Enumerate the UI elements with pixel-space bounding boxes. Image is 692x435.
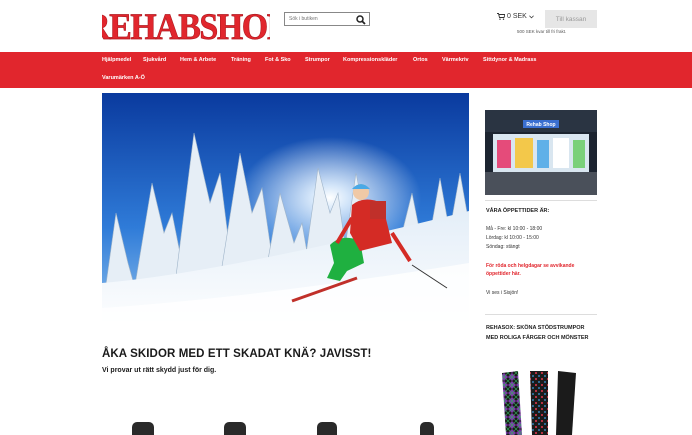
nav-item-varmekriv[interactable]: Värmekriv — [442, 57, 469, 63]
nav-item-sittdynor-madrass[interactable]: Sittdynor & Madrass — [483, 57, 536, 63]
opening-hours-weekdays: Må - Fre: kl 10:00 - 18:00 — [486, 226, 543, 232]
skier-photo — [102, 93, 469, 337]
product-thumbnail[interactable] — [420, 422, 434, 435]
nav-item-sjukvard[interactable]: Sjukvård — [143, 57, 166, 63]
cart-summary[interactable]: 0 SEK — [497, 13, 534, 20]
hero-subhead: Vi provar ut rätt skydd just för dig. — [102, 367, 217, 374]
opening-hours-title: VÅRA ÖPPETTIDER ÄR: — [486, 208, 550, 214]
rehasox-title: REHASOX: SKÖNA STÖDSTRUMPOR MED ROLIGA F… — [486, 325, 589, 341]
opening-hours-sunday: Söndag: stängt — [486, 244, 520, 250]
nav-item-varumarken[interactable]: Varumärken A-Ö — [102, 75, 145, 81]
cart-total: 0 SEK — [507, 13, 527, 20]
store-photo[interactable]: Rehab Shop — [485, 110, 597, 195]
welcome-text: Vi ses i Sisjön! — [486, 290, 519, 296]
search-input[interactable] — [285, 13, 351, 25]
socks-photo — [502, 371, 576, 435]
sidebar-divider — [485, 200, 597, 201]
sidebar-divider — [485, 314, 597, 315]
hero-image[interactable] — [102, 93, 469, 337]
nav-item-fot-sko[interactable]: Fot & Sko — [265, 57, 291, 63]
main-nav: Hjälpmedel Sjukvård Hem & Arbete Träning… — [0, 52, 692, 88]
cart-icon — [497, 13, 505, 20]
nav-item-kompressionsklader[interactable]: Kompressionskläder — [343, 57, 397, 63]
nav-item-strumpor[interactable]: Strumpor — [305, 57, 330, 63]
rehabshop-logo: REHABSHOP — [102, 6, 270, 46]
site-header: REHABSHOP 0 SEK Till kassan 500 SEK kvar… — [0, 0, 692, 52]
hero-headline: ÅKA SKIDOR MED ETT SKADAT KNÄ? JAVISST! — [102, 348, 372, 360]
store-front-image: Rehab Shop — [485, 110, 597, 195]
checkout-button[interactable]: Till kassan — [545, 10, 597, 28]
product-thumbnail[interactable] — [132, 422, 154, 435]
product-thumbnail[interactable] — [317, 422, 337, 435]
site-logo[interactable]: REHABSHOP — [102, 6, 270, 46]
nav-item-hjalpmedel[interactable]: Hjälpmedel — [102, 57, 131, 63]
rehasox-image[interactable] — [492, 365, 592, 435]
nav-item-traning[interactable]: Träning — [231, 57, 251, 63]
search-icon[interactable] — [356, 15, 366, 25]
svg-text:REHABSHOP: REHABSHOP — [102, 6, 270, 46]
store-sign: Rehab Shop — [526, 122, 555, 128]
search-box — [284, 12, 370, 26]
product-strip — [102, 418, 469, 435]
nav-item-hem-arbete[interactable]: Hem & Arbete — [180, 57, 216, 63]
chevron-down-icon — [529, 14, 534, 18]
product-thumbnail[interactable] — [224, 422, 246, 435]
nav-item-ortos[interactable]: Ortos — [413, 57, 428, 63]
free-shipping-note: 500 SEK kvar till fri frakt. — [517, 29, 567, 34]
holiday-hours-link[interactable]: För röda och helgdagar se avvikande öppe… — [486, 262, 598, 278]
opening-hours-saturday: Lördag: kl 10:00 - 15:00 — [486, 235, 539, 241]
